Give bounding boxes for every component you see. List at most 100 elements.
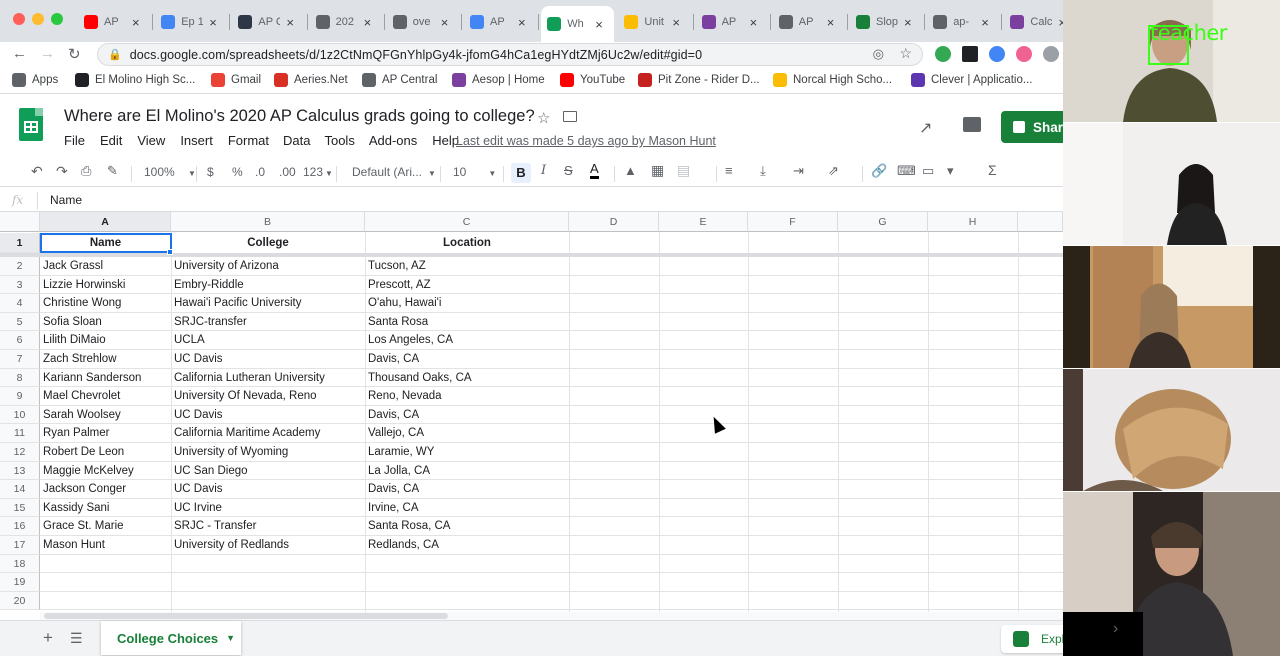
- chevron-right-icon[interactable]: ›: [1113, 620, 1143, 638]
- table-cell[interactable]: UC San Diego: [171, 462, 365, 481]
- table-cell[interactable]: Irvine, CA: [365, 499, 569, 518]
- row-header[interactable]: 6: [0, 331, 40, 350]
- browser-tab[interactable]: AP ×: [696, 8, 769, 36]
- table-cell[interactable]: California Maritime Academy: [171, 424, 365, 443]
- close-tab-icon[interactable]: ×: [904, 15, 912, 30]
- table-cell[interactable]: Santa Rosa, CA: [365, 517, 569, 536]
- row-header[interactable]: 19: [0, 573, 40, 592]
- bookmark-item[interactable]: YouTube: [560, 73, 625, 87]
- extension-icon[interactable]: [962, 46, 978, 62]
- comment-icon[interactable]: [963, 117, 981, 132]
- selected-cell[interactable]: [40, 233, 172, 253]
- menu-item-edit[interactable]: Edit: [100, 133, 122, 151]
- table-cell[interactable]: California Lutheran University: [171, 369, 365, 388]
- column-header-a[interactable]: A: [40, 212, 171, 232]
- close-tab-icon[interactable]: ×: [518, 15, 526, 30]
- share-button[interactable]: Share: [1001, 111, 1063, 143]
- row-header[interactable]: 17: [0, 536, 40, 555]
- table-cell[interactable]: Embry-Riddle: [171, 276, 365, 295]
- functions-icon[interactable]: Σ: [988, 162, 997, 178]
- bookmark-item[interactable]: AP Central: [362, 73, 437, 87]
- column-header-b[interactable]: B: [171, 212, 365, 232]
- insert-link-icon[interactable]: 🔗: [871, 163, 887, 179]
- table-cell[interactable]: Ryan Palmer: [40, 424, 171, 443]
- browser-tab[interactable]: AP ×: [464, 8, 537, 36]
- row-header[interactable]: 9: [0, 387, 40, 406]
- print-icon[interactable]: ⎙: [81, 163, 91, 179]
- table-cell[interactable]: SRJC-transfer: [171, 313, 365, 332]
- font-family-select[interactable]: Default (Ari... ▼: [352, 165, 436, 179]
- row-header[interactable]: 16: [0, 517, 40, 536]
- bookmark-item[interactable]: Gmail: [211, 73, 261, 87]
- menu-item-add-ons[interactable]: Add-ons: [369, 133, 417, 151]
- forward-icon[interactable]: →: [40, 45, 55, 62]
- maximize-window-button[interactable]: [51, 13, 63, 25]
- column-header-c[interactable]: C: [365, 212, 569, 232]
- table-cell[interactable]: Christine Wong: [40, 294, 171, 313]
- row-header[interactable]: 15: [0, 498, 40, 518]
- column-header-h[interactable]: H: [928, 212, 1018, 232]
- italic-icon[interactable]: I: [541, 163, 546, 178]
- undo-icon[interactable]: ↶: [31, 163, 43, 180]
- table-cell[interactable]: Lizzie Horwinski: [40, 276, 171, 295]
- insert-comment-icon[interactable]: ⌨: [897, 163, 916, 179]
- bookmark-item[interactable]: Pit Zone - Rider D...: [638, 73, 760, 87]
- borders-icon[interactable]: ▦: [651, 162, 664, 179]
- browser-tab[interactable]: Ep 1 ×: [155, 8, 228, 36]
- table-cell[interactable]: Grace St. Marie: [40, 517, 171, 536]
- row-header[interactable]: 20: [0, 591, 40, 611]
- table-cell[interactable]: Vallejo, CA: [365, 424, 569, 443]
- horizontal-align-icon[interactable]: ≡: [725, 163, 733, 178]
- table-cell[interactable]: Maggie McKelvey: [40, 462, 171, 481]
- translate-icon[interactable]: ◎: [873, 46, 884, 62]
- browser-tab[interactable]: ap- ×: [927, 8, 1000, 36]
- table-cell[interactable]: UC Irvine: [171, 499, 365, 518]
- table-cell[interactable]: Jack Grassl: [40, 257, 171, 276]
- close-window-button[interactable]: [13, 13, 25, 25]
- row-header[interactable]: 12: [0, 443, 40, 462]
- browser-tab[interactable]: Slop ×: [850, 8, 923, 36]
- row-header[interactable]: 11: [0, 424, 40, 443]
- paint-format-icon[interactable]: ✎: [107, 163, 118, 179]
- browser-tab[interactable]: ove ×: [387, 8, 460, 36]
- close-tab-icon[interactable]: ×: [364, 15, 372, 30]
- table-cell[interactable]: Prescott, AZ: [365, 276, 569, 295]
- back-icon[interactable]: ←: [12, 45, 27, 62]
- row-header[interactable]: 5: [0, 312, 40, 332]
- menu-item-view[interactable]: View: [137, 133, 165, 151]
- table-cell[interactable]: Sarah Woolsey: [40, 406, 171, 425]
- zoom-select[interactable]: 100% ▼: [144, 165, 196, 179]
- table-cell[interactable]: Kariann Sanderson: [40, 369, 171, 388]
- table-cell[interactable]: University Of Nevada, Reno: [171, 387, 365, 406]
- close-tab-icon[interactable]: ×: [595, 17, 603, 32]
- bookmark-item[interactable]: Clever | Applicatio...: [911, 73, 1032, 87]
- row-header[interactable]: 4: [0, 294, 40, 313]
- row-header[interactable]: 18: [0, 554, 40, 574]
- minimize-window-button[interactable]: [32, 13, 44, 25]
- table-cell[interactable]: Robert De Leon: [40, 443, 171, 462]
- text-wrap-icon[interactable]: ⇥: [793, 163, 804, 179]
- extension-icon[interactable]: [989, 46, 1005, 62]
- menu-item-insert[interactable]: Insert: [180, 133, 213, 151]
- browser-tab[interactable]: Wh ×: [541, 6, 615, 42]
- close-tab-icon[interactable]: ×: [441, 15, 449, 30]
- bookmark-item[interactable]: Norcal High Scho...: [773, 73, 892, 87]
- address-bar[interactable]: 🔒 docs.google.com/spreadsheets/d/1z2CtNm…: [97, 43, 923, 66]
- percent-format-button[interactable]: %: [232, 165, 243, 179]
- extension-icon[interactable]: [1043, 46, 1059, 62]
- extension-icon[interactable]: [935, 46, 951, 62]
- row-header[interactable]: 8: [0, 368, 40, 388]
- table-cell[interactable]: UC Davis: [171, 350, 365, 369]
- table-cell[interactable]: University of Arizona: [171, 257, 365, 276]
- table-cell[interactable]: Hawai'i Pacific University: [171, 294, 365, 313]
- column-header-e[interactable]: E: [659, 212, 748, 232]
- table-cell[interactable]: Sofia Sloan: [40, 313, 171, 332]
- browser-tab[interactable]: Calc ×: [1004, 8, 1063, 36]
- table-cell[interactable]: University of Redlands: [171, 536, 365, 555]
- select-all-corner[interactable]: [0, 212, 40, 232]
- scrollbar-thumb[interactable]: [44, 613, 448, 619]
- filter-icon[interactable]: ▾: [947, 163, 954, 179]
- move-folder-icon[interactable]: [563, 111, 577, 122]
- strikethrough-icon[interactable]: S: [564, 163, 573, 178]
- table-cell[interactable]: Redlands, CA: [365, 536, 569, 555]
